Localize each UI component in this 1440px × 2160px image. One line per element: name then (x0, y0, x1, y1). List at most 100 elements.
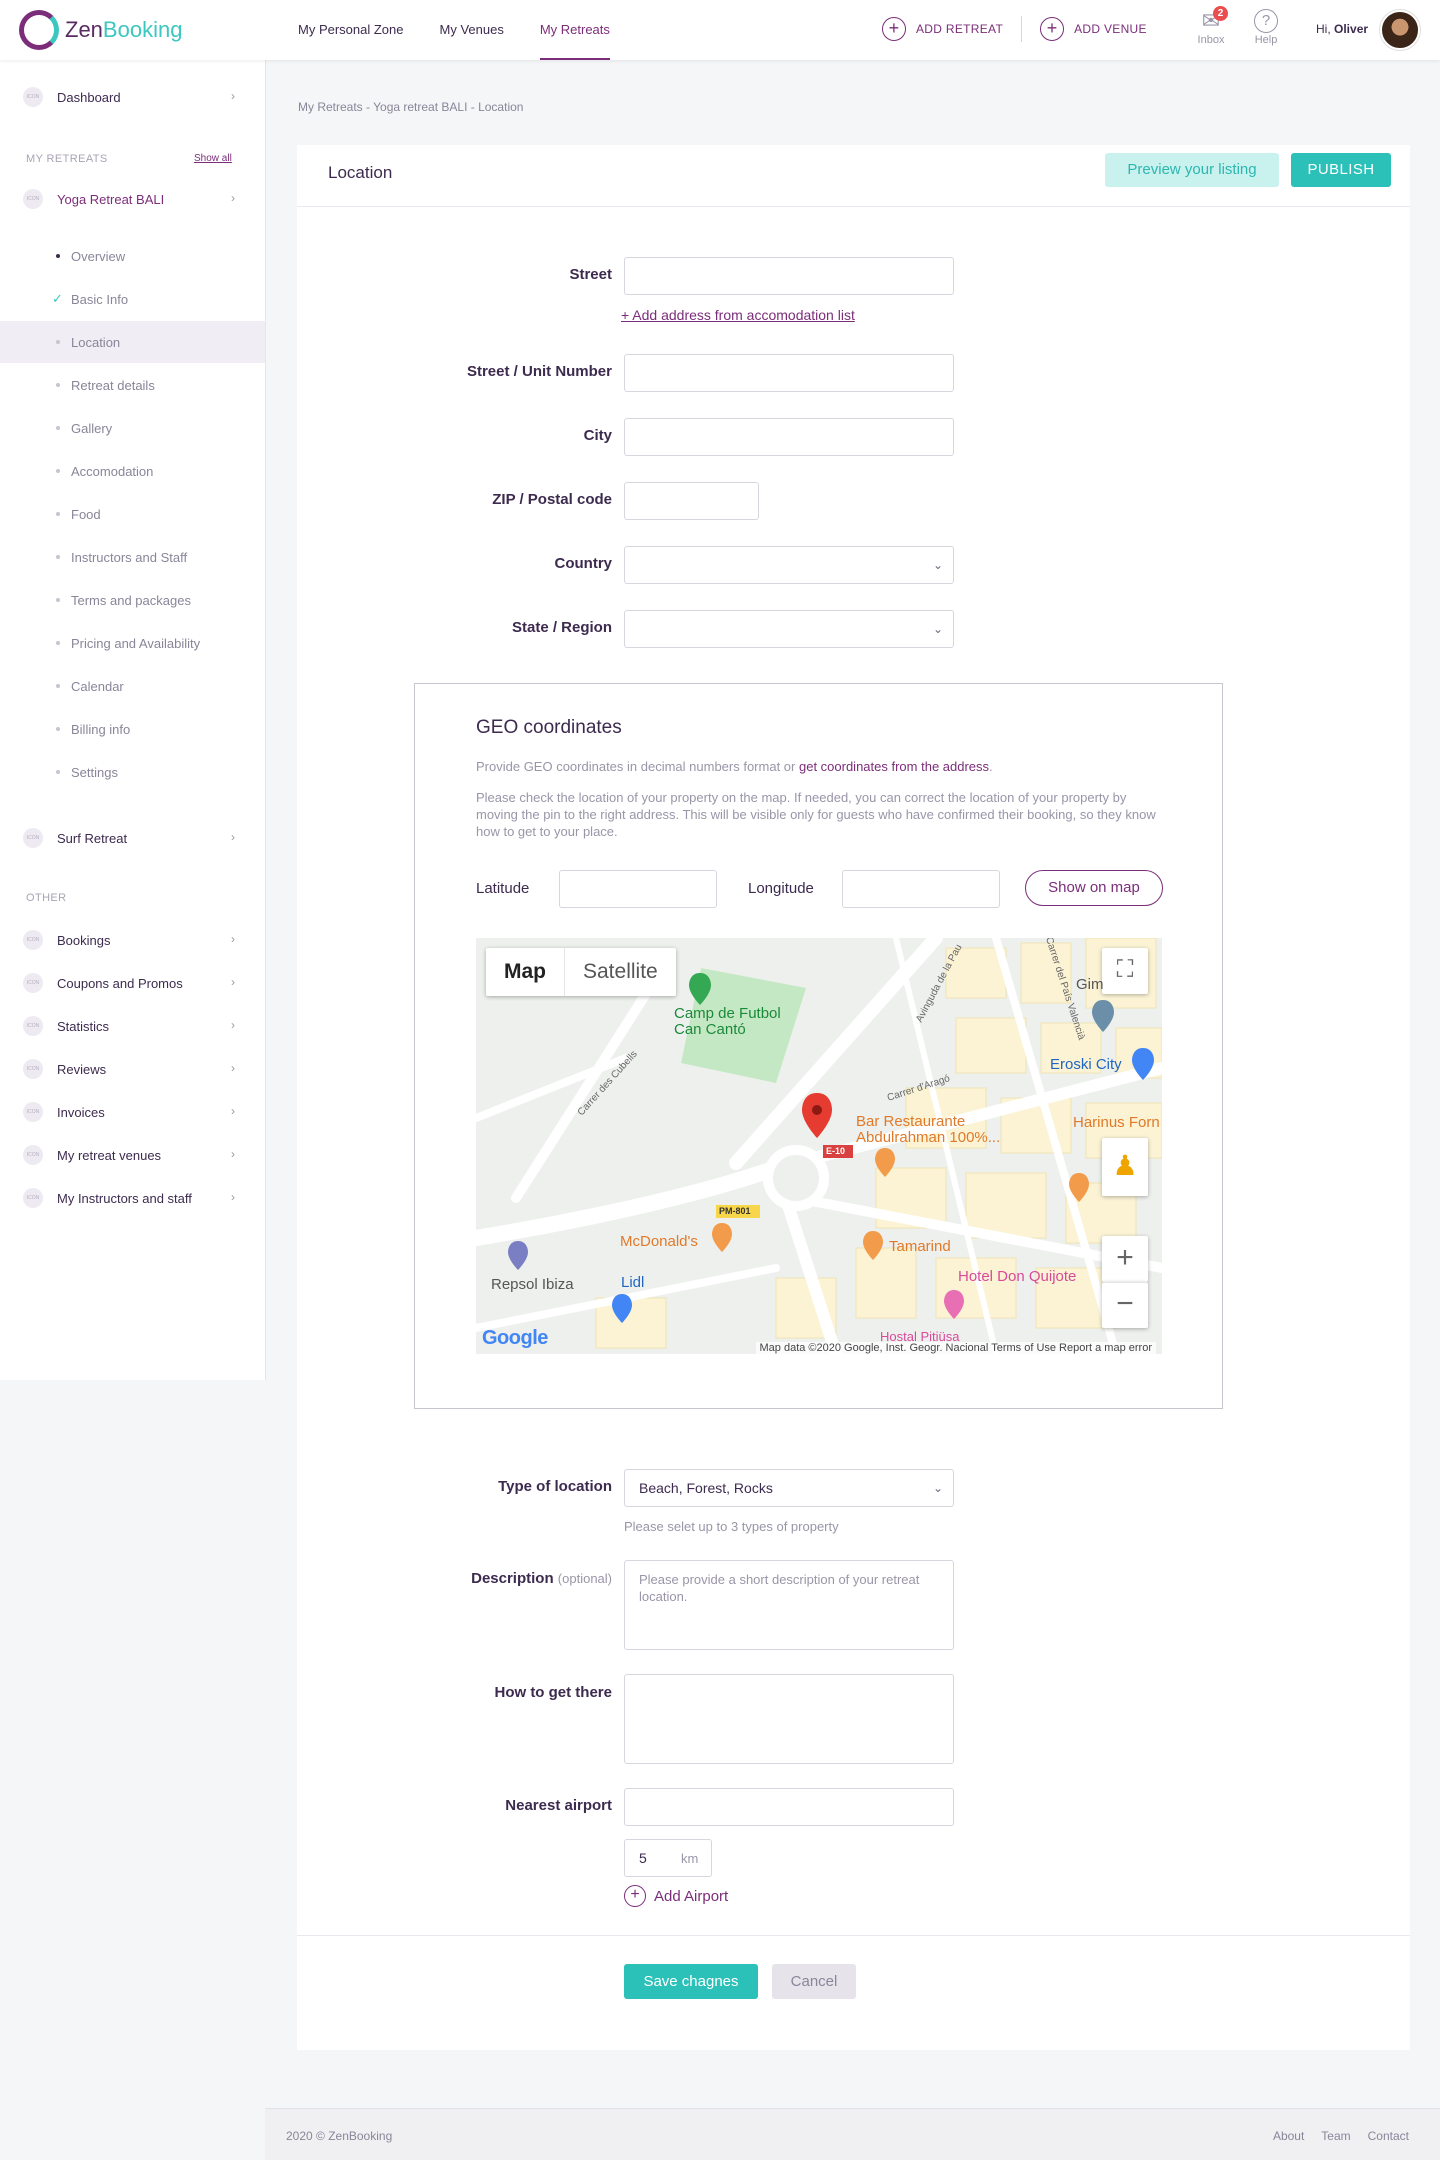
show-on-map-button[interactable]: Show on map (1025, 870, 1163, 906)
nav-my-personal-zone[interactable]: My Personal Zone (280, 0, 422, 60)
logo[interactable]: ZenBooking (19, 10, 182, 50)
chevron-right-icon: › (231, 1018, 235, 1032)
sidebar-item-invoices[interactable]: ICON Invoices › (0, 1092, 265, 1132)
sidebar-sub-calendar[interactable]: Calendar (0, 665, 265, 707)
add-retreat-label: ADD RETREAT (916, 22, 1004, 36)
map-place-label: Camp de Futbol Can Cantó (674, 1005, 781, 1038)
sidebar-sub-retreat-details[interactable]: Retreat details (0, 364, 265, 406)
sidebar-item-retreat-venues[interactable]: ICON My retreat venues › (0, 1135, 265, 1175)
how-to-get-textarea[interactable] (624, 1674, 954, 1764)
map-place-label: Lidl (621, 1274, 645, 1291)
map-canvas (476, 938, 1162, 1354)
map-attribution[interactable]: Map data ©2020 Google, Inst. Geogr. Naci… (755, 1342, 1156, 1354)
save-button[interactable]: Save chagnes (624, 1964, 758, 1999)
plus-circle-icon: + (1040, 17, 1065, 41)
sidebar-sub-accomodation[interactable]: Accomodation (0, 450, 265, 492)
map-type-toggle: Map Satellite (486, 948, 676, 996)
add-venue-button[interactable]: + ADD VENUE (1040, 17, 1147, 41)
chevron-right-icon: › (231, 89, 235, 103)
country-select[interactable]: ⌄ (624, 546, 954, 584)
sidebar: ICON Dashboard › MY RETREATS Show all IC… (0, 60, 266, 1380)
bullet-icon (56, 727, 60, 731)
publish-button[interactable]: PUBLISH (1291, 153, 1391, 187)
fullscreen-icon[interactable]: ⛶ (1102, 948, 1148, 994)
sidebar-sub-gallery[interactable]: Gallery (0, 407, 265, 449)
footer-link-team[interactable]: Team (1321, 2129, 1350, 2143)
sidebar-item-statistics[interactable]: ICON Statistics › (0, 1006, 265, 1046)
sidebar-item-reviews[interactable]: ICON Reviews › (0, 1049, 265, 1089)
placeholder-icon: ICON (23, 1102, 43, 1122)
cancel-button[interactable]: Cancel (772, 1964, 856, 1999)
bullet-icon (56, 512, 60, 516)
sidebar-item-dashboard[interactable]: ICON Dashboard › (0, 77, 265, 117)
chevron-right-icon: › (231, 830, 235, 844)
map-tab[interactable]: Map (486, 948, 565, 996)
zoom-out-icon[interactable]: − (1102, 1282, 1148, 1328)
street-input[interactable] (624, 257, 954, 295)
sidebar-item-instructors-staff[interactable]: ICON My Instructors and staff › (0, 1178, 265, 1218)
bullet-icon (56, 598, 60, 602)
sidebar-item-bookings[interactable]: ICON Bookings › (0, 920, 265, 960)
sidebar-sub-overview[interactable]: Overview (0, 235, 265, 277)
get-coordinates-link[interactable]: get coordinates from the address (799, 759, 989, 774)
city-input[interactable] (624, 418, 954, 456)
unit-label: Street / Unit Number (466, 363, 612, 380)
user-greeting: Hi, Oliver (1316, 22, 1369, 36)
help-button[interactable]: ? Help (1246, 8, 1286, 46)
add-address-link[interactable]: + Add address from accomodation list (621, 307, 855, 323)
inbox-badge: 2 (1213, 6, 1228, 21)
nav-my-retreats[interactable]: My Retreats (522, 0, 628, 60)
sidebar-sub-billing[interactable]: Billing info (0, 708, 265, 750)
footer-link-contact[interactable]: Contact (1368, 2129, 1409, 2143)
nav-my-venues[interactable]: My Venues (422, 0, 522, 60)
sidebar-item-surf-retreat[interactable]: ICON Surf Retreat › (0, 818, 265, 858)
add-venue-label: ADD VENUE (1074, 22, 1147, 36)
sidebar-sub-food[interactable]: Food (0, 493, 265, 535)
zip-input[interactable] (624, 482, 759, 520)
avatar[interactable] (1380, 10, 1420, 50)
type-select[interactable]: Beach, Forest, Rocks ⌄ (624, 1469, 954, 1507)
sidebar-item-yoga-retreat-bali[interactable]: ICON Yoga Retreat BALI › (0, 179, 265, 219)
street-view-pegman-icon[interactable]: ♟ (1102, 1138, 1148, 1196)
latitude-input[interactable] (559, 870, 717, 908)
placeholder-icon: ICON (23, 828, 43, 848)
sidebar-sub-basic-info[interactable]: ✓ Basic Info (0, 278, 265, 320)
airport-input[interactable] (624, 1788, 954, 1826)
placeholder-icon: ICON (23, 1188, 43, 1208)
map[interactable]: Map Satellite ⛶ ♟ + − Camp de Futbol Can… (476, 938, 1162, 1354)
state-select[interactable]: ⌄ (624, 610, 954, 648)
satellite-tab[interactable]: Satellite (565, 948, 676, 996)
show-all-link[interactable]: Show all (194, 153, 232, 164)
unit-input[interactable] (624, 354, 954, 392)
city-label: City (583, 427, 612, 444)
add-retreat-button[interactable]: + ADD RETREAT (882, 17, 1003, 41)
map-place-label: Bar Restaurante Abdulrahman 100%... (856, 1113, 1001, 1146)
sidebar-sub-terms[interactable]: Terms and packages (0, 579, 265, 621)
bullet-icon (56, 770, 60, 774)
distance-input[interactable]: 5 km (624, 1839, 712, 1877)
bullet-icon (56, 555, 60, 559)
geo-instructions: Provide GEO coordinates in decimal numbe… (476, 759, 993, 774)
inbox-button[interactable]: ✉ 2 Inbox (1191, 6, 1231, 46)
sidebar-sub-pricing[interactable]: Pricing and Availability (0, 622, 265, 664)
description-textarea[interactable]: Please provide a short description of yo… (624, 1560, 954, 1650)
zoom-in-icon[interactable]: + (1102, 1236, 1148, 1282)
add-airport-button[interactable]: + Add Airport (624, 1885, 728, 1907)
chevron-right-icon: › (231, 191, 235, 205)
sidebar-sub-location[interactable]: Location (0, 321, 265, 363)
footer-link-about[interactable]: About (1273, 2129, 1304, 2143)
preview-listing-button[interactable]: Preview your listing (1105, 153, 1279, 187)
sidebar-sub-instructors[interactable]: Instructors and Staff (0, 536, 265, 578)
sidebar-item-coupons[interactable]: ICON Coupons and Promos › (0, 963, 265, 1003)
copyright: 2020 © ZenBooking (286, 2129, 393, 2143)
sidebar-sub-settings[interactable]: Settings (0, 751, 265, 793)
longitude-input[interactable] (842, 870, 1000, 908)
description-label: Description (optional) (471, 1570, 612, 1587)
placeholder-icon: ICON (23, 189, 43, 209)
footer: 2020 © ZenBooking About Team Contact (265, 2108, 1440, 2160)
google-logo: Google (482, 1327, 548, 1349)
breadcrumb: My Retreats - Yoga retreat BALI - Locati… (298, 100, 524, 114)
geo-coordinates-box: GEO coordinates Provide GEO coordinates … (414, 683, 1223, 1409)
map-place-label: Eroski City (1050, 1056, 1122, 1073)
chevron-right-icon: › (231, 1190, 235, 1204)
